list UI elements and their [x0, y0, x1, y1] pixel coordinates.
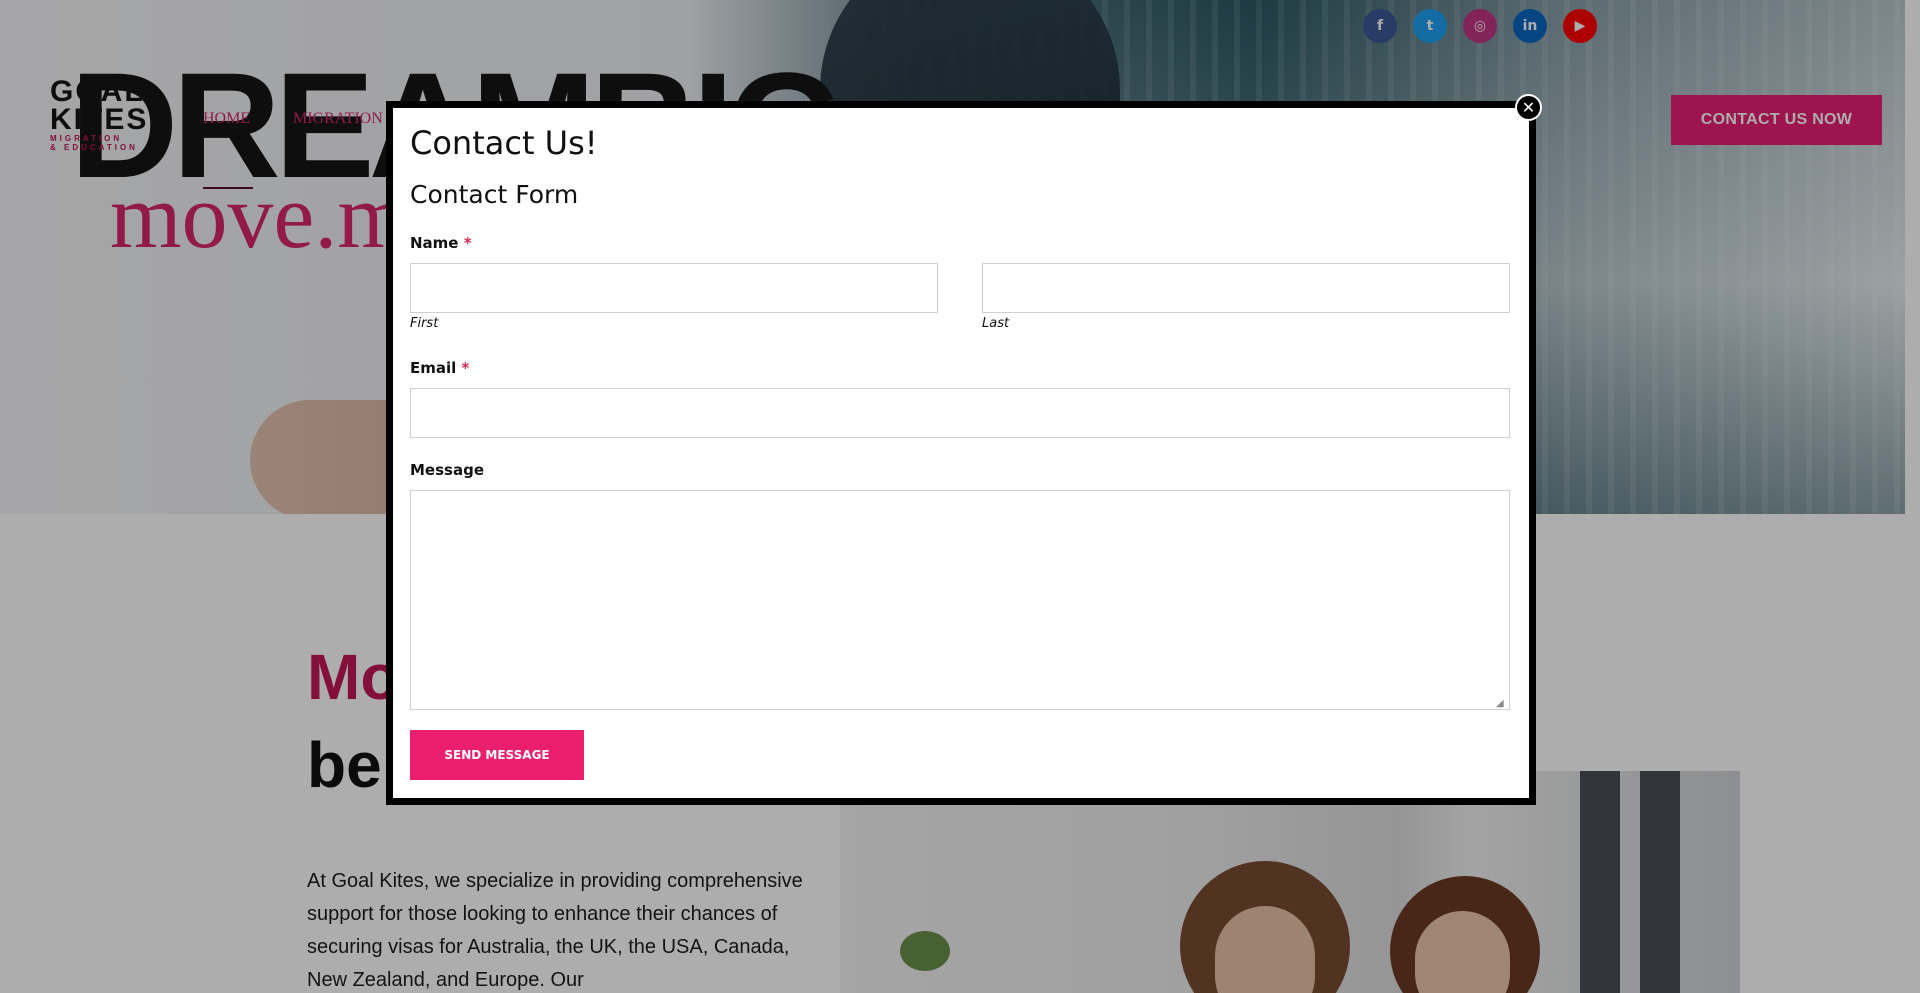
message-textarea[interactable]: [410, 490, 1510, 710]
first-sublabel: First: [410, 316, 439, 331]
email-input[interactable]: [410, 388, 1510, 438]
send-message-button[interactable]: SEND MESSAGE: [410, 730, 584, 780]
required-mark: *: [463, 234, 472, 252]
resize-handle-icon[interactable]: ◢: [1496, 698, 1504, 709]
name-label: Name *: [410, 234, 472, 252]
close-icon[interactable]: ✕: [1515, 94, 1542, 121]
last-name-input[interactable]: [982, 263, 1510, 313]
last-sublabel: Last: [982, 316, 1010, 331]
email-label-text: Email: [410, 359, 457, 377]
required-mark: *: [461, 359, 470, 377]
first-name-input[interactable]: [410, 263, 938, 313]
modal-title: Contact Us!: [410, 124, 598, 162]
form-title: Contact Form: [410, 180, 579, 209]
email-label: Email *: [410, 359, 469, 377]
name-label-text: Name: [410, 234, 459, 252]
message-label: Message: [410, 461, 484, 479]
